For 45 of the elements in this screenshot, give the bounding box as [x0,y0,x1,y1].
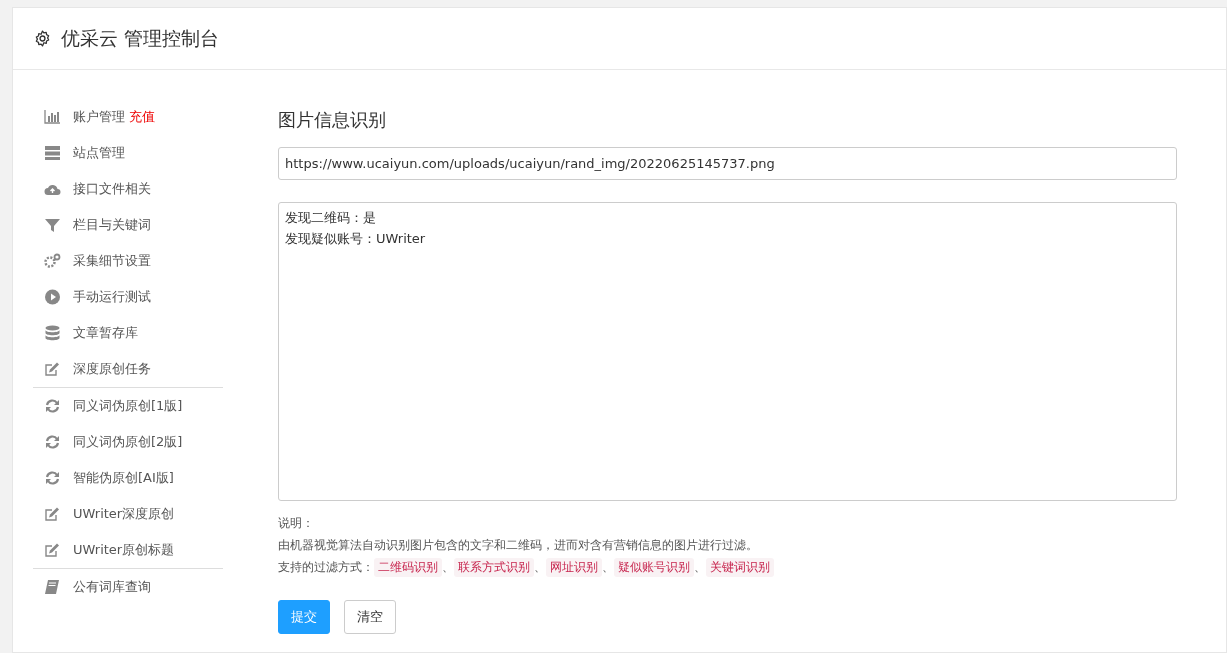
filter-tag: 关键词识别 [706,557,774,577]
book-icon [44,579,61,595]
sidebar-item[interactable]: 深度原创任务 [73,360,151,378]
url-field[interactable]: https://www.ucaiyun.com/uploads/ucaiyun/rand_img/20220625145737.png [278,147,1177,180]
separator-text: 、 [534,559,546,576]
sidebar-item[interactable]: 接口文件相关 [73,180,151,198]
filter-icon [44,217,61,233]
notes-label: 说明： [278,515,315,532]
refresh-icon [44,434,61,450]
sidebar-item[interactable]: 采集细节设置 [73,252,151,270]
sidebar-item[interactable]: 同义词伪原创[1版] [73,397,183,415]
edit-icon [44,506,61,522]
filter-tag: 二维码识别 [374,557,442,577]
separator-text: 、 [442,559,454,576]
refresh-icon [44,470,61,486]
filter-tag: 网址识别 [546,557,602,577]
refresh-icon [44,398,61,414]
description-text: 由机器视觉算法自动识别图片包含的文字和二维码，进而对含有营销信息的图片进行过滤。 [278,537,759,554]
sidebar-item[interactable]: 文章暂存库 [73,324,138,342]
sidebar-item[interactable]: UWriter原创标题 [73,541,175,559]
filters-label: 支持的过滤方式： [278,559,374,576]
sidebar-item[interactable]: 公有词库查询 [73,578,151,596]
sidebar-item[interactable]: UWriter深度原创 [73,505,175,523]
recharge-link[interactable]: 充值 [129,108,155,126]
sidebar-item[interactable]: 账户管理 [73,108,125,126]
sidebar-item[interactable]: 智能伪原创[AI版] [73,469,174,487]
filter-tag: 联系方式识别 [454,557,534,577]
section-title: 图片信息识别 [278,108,387,132]
edit-icon [44,542,61,558]
sidebar-item[interactable]: 同义词伪原创[2版] [73,433,183,451]
play-icon [44,289,61,305]
filter-tag: 疑似账号识别 [614,557,694,577]
server-icon [44,145,61,161]
separator-text: 、 [602,559,614,576]
console-title: 优采云 管理控制台 [61,25,220,51]
sidebar-item[interactable]: 站点管理 [73,144,125,162]
database-icon [44,325,61,341]
bar-chart-icon [44,109,61,125]
edit-icon [44,361,61,377]
clear-button[interactable]: 清空 [344,600,396,634]
sidebar-item[interactable]: 手动运行测试 [73,288,151,306]
separator-text: 、 [694,559,706,576]
sidebar-item[interactable]: 栏目与关键词 [73,216,151,234]
settings-icon [34,30,51,47]
result-area[interactable]: 发现二维码：是 发现疑似账号：UWriter [278,202,1177,501]
